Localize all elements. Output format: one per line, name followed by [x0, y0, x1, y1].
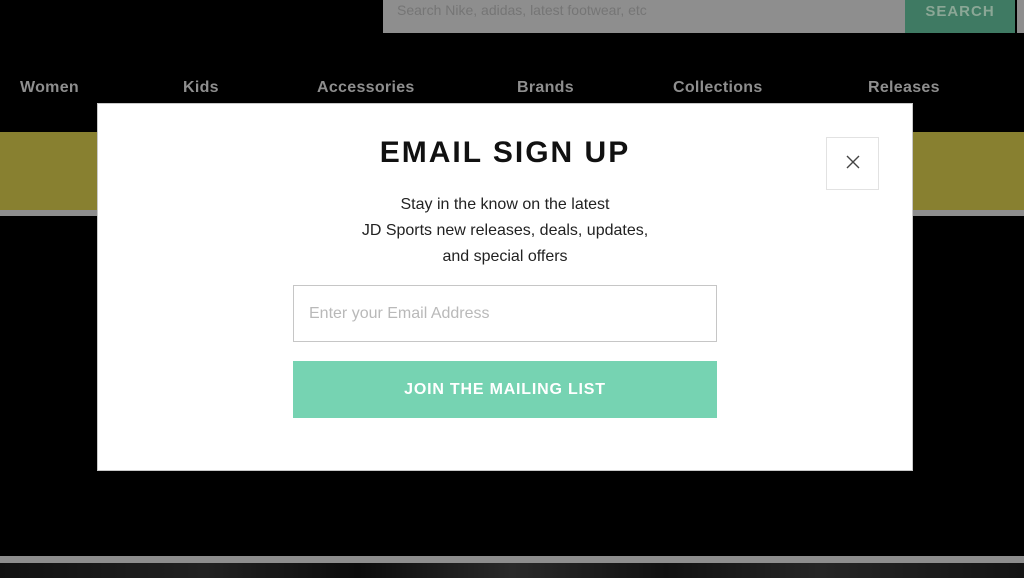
search-input[interactable]	[397, 2, 897, 18]
search-button[interactable]: SEARCH	[905, 0, 1015, 33]
section-divider	[0, 556, 1024, 563]
search-bar	[383, 0, 905, 33]
nav-item-releases[interactable]: Releases	[868, 79, 940, 97]
email-field[interactable]	[293, 285, 717, 342]
close-icon	[846, 155, 860, 172]
nav-item-women[interactable]: Women	[20, 79, 79, 97]
search-bar-edge	[1017, 0, 1024, 33]
nav-item-collections[interactable]: Collections	[673, 79, 763, 97]
nav-item-accessories[interactable]: Accessories	[317, 79, 415, 97]
hero-image-strip	[0, 563, 1024, 578]
modal-description-line: Stay in the know on the latest	[400, 196, 610, 213]
email-signup-modal: EMAIL SIGN UP Stay in the know on the la…	[97, 103, 913, 471]
modal-description-line: and special offers	[442, 248, 568, 265]
close-button[interactable]	[826, 137, 879, 190]
nav-item-kids[interactable]: Kids	[183, 79, 219, 97]
nav-item-brands[interactable]: Brands	[517, 79, 574, 97]
modal-description: Stay in the know on the latest JD Sports…	[98, 192, 912, 270]
modal-title: EMAIL SIGN UP	[379, 136, 631, 169]
join-mailing-list-button[interactable]: JOIN THE MAILING LIST	[293, 361, 717, 418]
modal-description-line: JD Sports new releases, deals, updates,	[361, 222, 649, 239]
